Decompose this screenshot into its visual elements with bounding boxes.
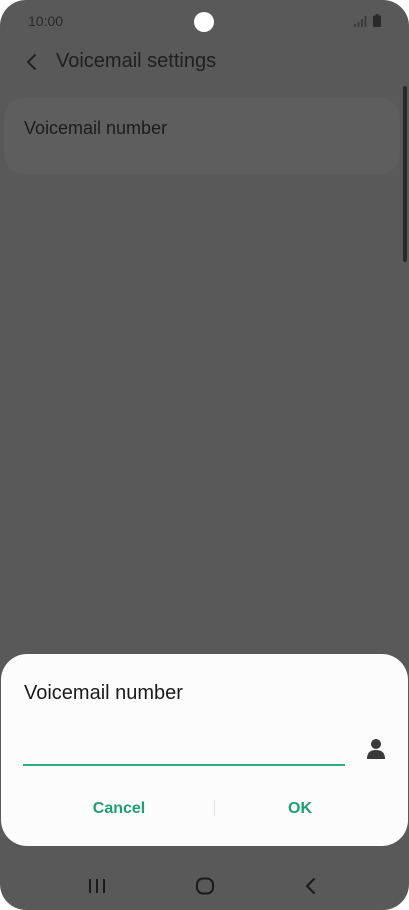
settings-item-label: Voicemail number <box>24 118 168 138</box>
phone-screen: 10:00 Voicemail settings Voicemail numbe… <box>0 0 409 910</box>
home-icon[interactable] <box>195 877 215 895</box>
page-title: Voicemail settings <box>56 50 217 72</box>
app-header: Voicemail settings <box>0 44 409 80</box>
dialog-title: Voicemail number <box>24 682 183 704</box>
cancel-button[interactable]: Cancel <box>40 794 198 824</box>
person-icon[interactable] <box>366 738 386 760</box>
chevron-left-icon[interactable] <box>22 52 42 72</box>
status-bar: 10:00 <box>0 0 409 44</box>
status-time: 10:00 <box>28 13 64 29</box>
camera-cutout <box>194 12 214 32</box>
voicemail-number-input[interactable] <box>23 730 345 766</box>
settings-item-voicemail-number[interactable]: Voicemail number <box>4 98 400 174</box>
signal-icon <box>354 16 367 27</box>
recents-icon[interactable] <box>88 878 106 894</box>
button-divider <box>214 800 215 816</box>
battery-icon <box>373 14 381 27</box>
scrollbar[interactable] <box>403 86 407 262</box>
navigation-bar <box>0 862 409 910</box>
back-icon[interactable] <box>303 877 317 895</box>
ok-button[interactable]: OK <box>222 794 378 824</box>
